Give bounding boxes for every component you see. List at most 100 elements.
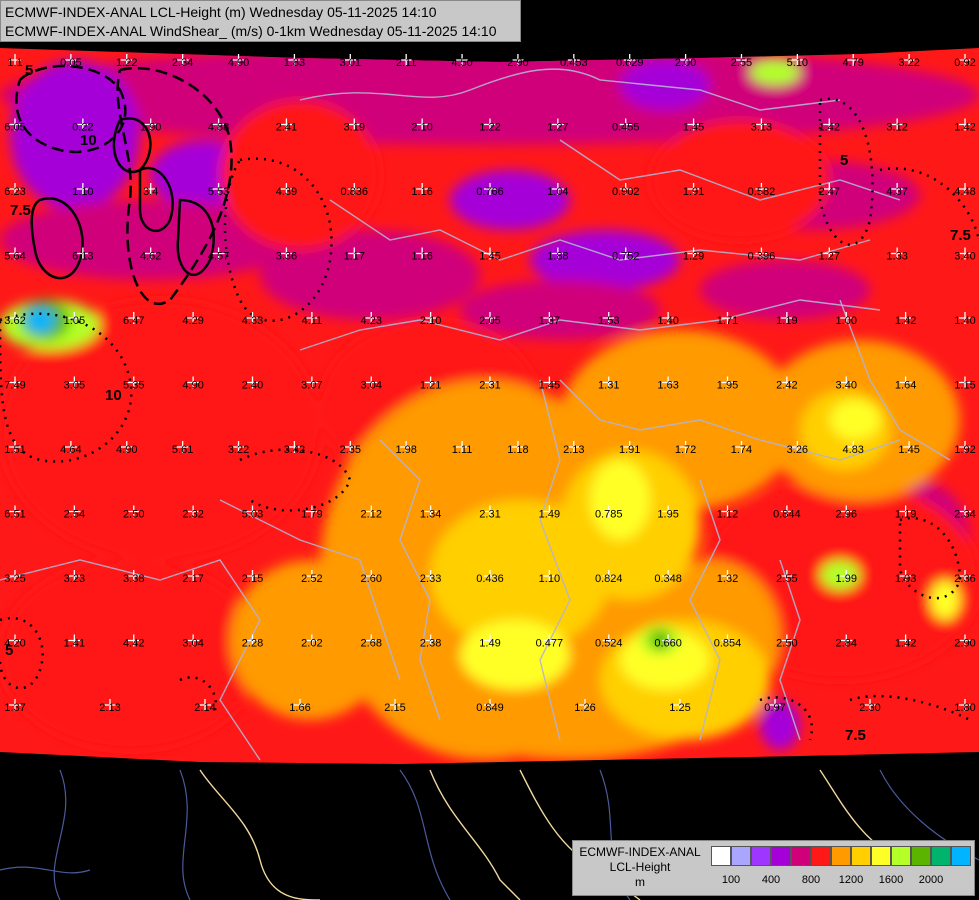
legend-tick-label: 400 xyxy=(761,874,781,886)
station-marker: 1.90 xyxy=(140,118,161,134)
station-marker: 2.34 xyxy=(172,54,193,69)
station-marker: 2.90 xyxy=(507,54,529,69)
station-marker: 0.396 xyxy=(748,247,775,263)
station-value: 1.31 xyxy=(598,380,619,392)
station-value: 1.33 xyxy=(886,251,907,263)
station-marker: 4.90 xyxy=(228,54,249,69)
station-value: 2.90 xyxy=(954,638,975,650)
station-marker: 4.79 xyxy=(843,54,864,69)
station-value: 3.12 xyxy=(886,122,907,134)
station-marker: 0.660 xyxy=(654,634,682,650)
station-marker: 4.11 xyxy=(302,312,322,327)
station-marker: 1.42 xyxy=(954,118,976,134)
legend-tick-label: 1600 xyxy=(878,874,904,886)
station-marker: 1.19 xyxy=(895,505,916,521)
station-marker: 0.455 xyxy=(612,118,639,134)
station-marker: 2.36 xyxy=(954,570,976,585)
station-marker: 1.19 xyxy=(776,312,798,327)
legend-swatch xyxy=(891,846,911,866)
station-marker: 1.37 xyxy=(539,312,560,327)
shear-contour-label: 5 xyxy=(25,62,33,79)
station-value: 1.05 xyxy=(64,315,85,327)
station-marker: 0.785 xyxy=(595,505,623,521)
station-value: 4.39 xyxy=(276,186,297,198)
station-value: 4.20 xyxy=(4,638,25,650)
station-value: 1.04 xyxy=(547,186,568,198)
station-value: 0.05 xyxy=(60,57,81,69)
station-value: 1.15 xyxy=(954,380,975,392)
legend-tick-label: 1200 xyxy=(838,874,864,886)
station-marker: 1.16 xyxy=(411,183,433,198)
station-marker: 1.17 xyxy=(344,247,365,263)
station-marker: 1.83 xyxy=(284,54,305,69)
station-marker: 4.90 xyxy=(116,441,137,456)
station-value: 1.63 xyxy=(657,380,678,392)
station-value: 3.25 xyxy=(4,573,25,585)
station-marker: 3.19 xyxy=(344,118,365,134)
station-value: 1.66 xyxy=(289,702,310,714)
station-marker: 3.26 xyxy=(787,441,808,456)
legend-variable: LCL-Height xyxy=(609,860,671,874)
station-value: 0.844 xyxy=(773,509,801,521)
station-value: 1.91 xyxy=(619,444,640,456)
station-marker: 2.14 xyxy=(194,699,216,714)
station-marker: 2.15 xyxy=(242,570,263,585)
station-marker: 0.05 xyxy=(60,54,82,69)
station-marker: 2.60 xyxy=(361,570,382,585)
station-marker: 1.66 xyxy=(289,699,311,714)
station-value: 2.52 xyxy=(301,573,322,585)
station-value: 4.88 xyxy=(208,122,229,134)
station-marker: 2.50 xyxy=(123,505,144,521)
legend-title: ECMWF-INDEX-ANAL LCL-Height m xyxy=(573,841,707,890)
station-marker: 4.62 xyxy=(140,247,161,263)
station-marker: 1.45 xyxy=(683,118,704,134)
station-marker: 1.42 xyxy=(895,634,916,650)
station-marker: 1.37 xyxy=(4,699,26,714)
station-marker: 4.39 xyxy=(276,183,297,198)
station-value: 3.42 xyxy=(284,444,305,456)
station-value: 3.62 xyxy=(4,315,25,327)
station-marker: 1.91 xyxy=(683,183,704,198)
station-value: 0.854 xyxy=(714,638,742,650)
station-value: 2.41 xyxy=(276,122,297,134)
station-value: 3.23 xyxy=(64,573,85,585)
shear-contour-label: 7.5 xyxy=(950,227,971,244)
station-value: 0.477 xyxy=(536,638,564,650)
station-value: 1.92 xyxy=(954,444,975,456)
station-value: 2.31 xyxy=(479,509,500,521)
station-value: 3.04 xyxy=(361,380,382,392)
station-value: 1.32 xyxy=(717,573,738,585)
station-marker: 1.1 xyxy=(7,54,23,69)
station-value: 6.47 xyxy=(123,315,144,327)
station-value: 3.19 xyxy=(344,122,365,134)
station-value: 6.05 xyxy=(4,122,25,134)
station-value: 4.50 xyxy=(451,57,472,69)
station-marker: 0.836 xyxy=(341,183,368,198)
station-value: 0.824 xyxy=(595,573,623,585)
station-value: 1.45 xyxy=(539,380,560,392)
station-value: 4.62 xyxy=(140,251,161,263)
station-value: 2.50 xyxy=(123,509,144,521)
station-marker: 2.55 xyxy=(776,570,798,585)
station-marker: 1.95 xyxy=(717,376,738,392)
station-value: 0.785 xyxy=(595,509,623,521)
station-marker: 5.64 xyxy=(4,247,26,263)
shear-contour-label: 10 xyxy=(105,387,122,404)
station-marker: 1.26 xyxy=(574,699,596,714)
legend-swatch xyxy=(811,846,831,866)
station-marker: 6.51 xyxy=(4,505,26,521)
station-value: 5.35 xyxy=(123,380,144,392)
station-marker: 3.05 xyxy=(64,376,85,392)
station-value: 2.15 xyxy=(384,702,405,714)
station-value: 1.80 xyxy=(954,702,975,714)
station-value: 4.23 xyxy=(361,315,382,327)
station-value: 1.12 xyxy=(717,509,738,521)
legend-swatch xyxy=(911,846,931,866)
station-marker: 0.752 xyxy=(612,247,639,263)
station-value: 2.13 xyxy=(563,444,584,456)
station-marker: 2.15 xyxy=(384,699,406,714)
station-marker: 3.04 xyxy=(182,634,204,650)
station-value: 2.15 xyxy=(242,573,263,585)
station-marker: 1.71 xyxy=(717,312,738,327)
station-value: 1.11 xyxy=(452,444,473,456)
